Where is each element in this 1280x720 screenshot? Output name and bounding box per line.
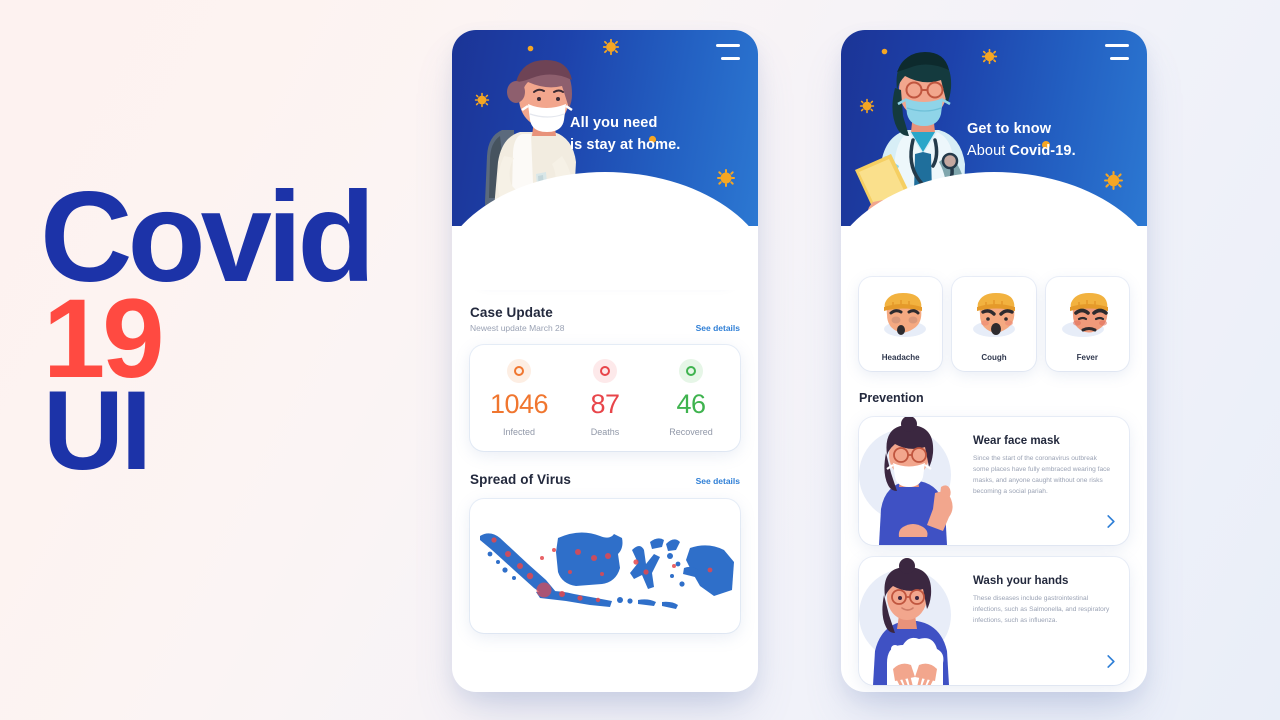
symptom-card-cough[interactable]: Cough bbox=[952, 277, 1036, 371]
virus-particle-icon bbox=[527, 45, 534, 52]
symptom-label-headache: Headache bbox=[881, 353, 920, 362]
symptom-label-cough: Cough bbox=[981, 353, 1007, 362]
prevention-desc-mask: Since the start of the coronavirus outbr… bbox=[973, 455, 1111, 495]
hero-header-home: All you need is stay at home. bbox=[452, 30, 758, 290]
stat-deaths-value: 87 bbox=[590, 389, 620, 419]
spread-section: Spread of Virus See details bbox=[470, 472, 740, 487]
sick-face-headache-icon bbox=[871, 285, 931, 350]
prevention-title: Prevention bbox=[859, 391, 924, 405]
hero-title-line1: Get to know bbox=[967, 121, 1052, 137]
hamburger-menu-icon[interactable] bbox=[1105, 44, 1129, 60]
stat-infected-value: 1046 bbox=[489, 389, 549, 419]
hero-title-info: Get to know About Covid-19. bbox=[967, 118, 1133, 163]
chevron-right-icon[interactable] bbox=[1107, 655, 1115, 673]
spread-see-details-link[interactable]: See details bbox=[696, 476, 740, 486]
phone-mockup-info: Get to know About Covid-19. Symptomps bbox=[841, 30, 1147, 692]
hero-title-home: All you need is stay at home. bbox=[570, 112, 740, 157]
sick-face-fever-icon bbox=[1057, 285, 1117, 350]
case-update-subtitle: Newest update March 28 bbox=[470, 323, 565, 333]
hero-title-line1: All you need bbox=[570, 115, 658, 131]
hero-header-info: Get to know About Covid-19. bbox=[841, 30, 1147, 290]
prevention-card-face-mask[interactable]: Wear face mask Since the start of the co… bbox=[859, 417, 1129, 545]
symptom-card-headache[interactable]: Headache bbox=[859, 277, 943, 371]
symptom-card-fever[interactable]: Fever bbox=[1045, 277, 1129, 371]
spread-map-card[interactable] bbox=[470, 499, 740, 633]
case-stats-card: 1046 Infected 87 Deaths 46 Recovered bbox=[470, 345, 740, 451]
case-update-section: Case Update Newest update March 28 See d… bbox=[470, 305, 740, 333]
prevention-title-mask: Wear face mask bbox=[973, 435, 1060, 447]
infected-ring-icon bbox=[507, 359, 531, 383]
stat-deaths: 87 Deaths bbox=[562, 359, 648, 437]
case-update-see-details-link[interactable]: See details bbox=[696, 323, 740, 333]
symptoms-list: Headache Cough Fever bbox=[859, 277, 1129, 371]
indonesia-map bbox=[480, 532, 734, 609]
prevention-card-wash-hands[interactable]: Wash your hands These diseases include g… bbox=[859, 557, 1129, 685]
phone-mockup-home: All you need is stay at home. Indonesia … bbox=[452, 30, 758, 692]
virus-particle-icon bbox=[1103, 170, 1124, 191]
prevention-desc-wash-hands: These diseases include gastrointestinal … bbox=[973, 595, 1110, 624]
hero-title-line2-normal: About bbox=[967, 143, 1010, 160]
virus-particle-icon bbox=[716, 168, 736, 188]
stat-recovered: 46 Recovered bbox=[648, 359, 734, 437]
case-update-title: Case Update bbox=[470, 305, 553, 320]
spread-title: Spread of Virus bbox=[470, 472, 572, 487]
stat-infected-label: Infected bbox=[502, 427, 536, 437]
stat-recovered-label: Recovered bbox=[669, 427, 713, 437]
hero-title-line2-bold: Covid-19. bbox=[1009, 143, 1076, 160]
prevention-title-wash-hands: Wash your hands bbox=[973, 575, 1069, 587]
brand-title: Covid 19 UI bbox=[40, 173, 376, 493]
recovered-ring-icon bbox=[679, 359, 703, 383]
deaths-ring-icon bbox=[593, 359, 617, 383]
brand-line-ui: UI bbox=[43, 367, 152, 493]
prevention-illustration-mask bbox=[859, 417, 971, 545]
hero-title-line2: is stay at home. bbox=[570, 137, 681, 154]
stat-deaths-label: Deaths bbox=[590, 427, 620, 437]
stat-infected: 1046 Infected bbox=[476, 359, 562, 437]
prevention-illustration-wash-hands bbox=[859, 557, 971, 685]
stat-recovered-value: 46 bbox=[676, 389, 706, 419]
chevron-right-icon[interactable] bbox=[1107, 515, 1115, 533]
hamburger-menu-icon[interactable] bbox=[716, 44, 740, 60]
symptom-label-fever: Fever bbox=[1076, 353, 1098, 362]
sick-face-cough-icon bbox=[964, 285, 1024, 350]
